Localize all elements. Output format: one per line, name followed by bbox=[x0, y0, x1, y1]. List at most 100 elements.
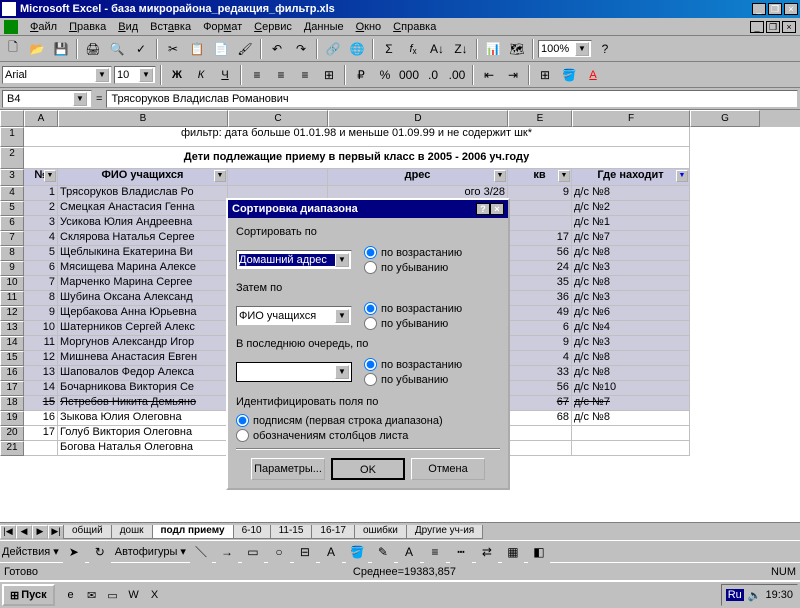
row-header[interactable]: 3 bbox=[0, 169, 24, 186]
size-combo[interactable]: 10▼ bbox=[114, 66, 156, 84]
tab-last[interactable]: ▶| bbox=[48, 525, 64, 539]
redo-button[interactable]: ↷ bbox=[290, 38, 312, 60]
print-button[interactable]: 🖨 bbox=[82, 38, 104, 60]
zoom-combo[interactable]: 100%▼ bbox=[538, 40, 592, 58]
cell-kv[interactable]: 6 bbox=[508, 321, 572, 336]
row-header[interactable]: 17 bbox=[0, 381, 24, 396]
row-header[interactable]: 15 bbox=[0, 351, 24, 366]
ql-desktop-icon[interactable]: ▭ bbox=[103, 585, 123, 605]
cell-fio[interactable]: Мишнева Анастасия Евген bbox=[58, 351, 228, 366]
doc-restore-button[interactable]: ❐ bbox=[766, 21, 780, 33]
cell-kv[interactable]: 24 bbox=[508, 261, 572, 276]
ql-oe-icon[interactable]: ✉ bbox=[82, 585, 102, 605]
cancel-button[interactable]: Отмена bbox=[411, 458, 485, 480]
cell-loc[interactable]: д/с №8 bbox=[572, 366, 690, 381]
copy-button[interactable]: 📋 bbox=[186, 38, 208, 60]
then-by-combo[interactable]: ФИО учащихся▼ bbox=[236, 306, 352, 326]
cell-kv[interactable] bbox=[508, 426, 572, 441]
cell-loc[interactable]: д/с №1 bbox=[572, 216, 690, 231]
cell-loc[interactable]: д/с №6 bbox=[572, 306, 690, 321]
row-header[interactable]: 2 bbox=[0, 147, 24, 169]
row-header[interactable]: 20 bbox=[0, 426, 24, 441]
row-header[interactable]: 8 bbox=[0, 246, 24, 261]
col-b[interactable]: B bbox=[58, 110, 228, 127]
tab-next[interactable]: ▶ bbox=[32, 525, 48, 539]
dialog-help-button[interactable]: ? bbox=[476, 203, 490, 215]
rotate-button[interactable]: ↻ bbox=[89, 541, 111, 563]
cell-num[interactable]: 2 bbox=[24, 201, 58, 216]
cell-kv[interactable]: 67 bbox=[508, 396, 572, 411]
row-header[interactable]: 18 bbox=[0, 396, 24, 411]
sort3-desc-radio[interactable] bbox=[364, 373, 377, 386]
cell-loc[interactable]: д/с №8 bbox=[572, 411, 690, 426]
sheet-tab-11-15[interactable]: 11-15 bbox=[270, 525, 313, 539]
line-style-button[interactable]: ≡ bbox=[424, 541, 446, 563]
cell-loc[interactable]: д/с №3 bbox=[572, 291, 690, 306]
currency-button[interactable]: ₽ bbox=[350, 64, 372, 86]
sort3-asc-radio[interactable] bbox=[364, 358, 377, 371]
link-button[interactable]: 🔗 bbox=[322, 38, 344, 60]
tray-lang[interactable]: Ru bbox=[726, 589, 744, 601]
cell-loc[interactable]: д/с №8 bbox=[572, 186, 690, 201]
row-header[interactable]: 13 bbox=[0, 321, 24, 336]
col-d[interactable]: D bbox=[328, 110, 508, 127]
cell-num[interactable] bbox=[24, 441, 58, 456]
col-a[interactable]: A bbox=[24, 110, 58, 127]
cell-kv[interactable]: 56 bbox=[508, 381, 572, 396]
dec-dec-button[interactable]: .00 bbox=[446, 64, 468, 86]
cell-loc[interactable] bbox=[572, 426, 690, 441]
sort2-desc-radio[interactable] bbox=[364, 317, 377, 330]
tab-first[interactable]: |◀ bbox=[0, 525, 16, 539]
identify-labels-radio[interactable] bbox=[236, 414, 249, 427]
row-header[interactable]: 7 bbox=[0, 231, 24, 246]
name-box[interactable]: B4▼ bbox=[2, 90, 92, 108]
inc-indent-button[interactable]: ⇥ bbox=[502, 64, 524, 86]
shadow-button[interactable]: ▦ bbox=[502, 541, 524, 563]
ql-ie-icon[interactable]: e bbox=[61, 585, 81, 605]
doc-close-button[interactable]: × bbox=[782, 21, 796, 33]
bold-button[interactable]: Ж bbox=[166, 64, 188, 86]
cell-kv[interactable] bbox=[508, 441, 572, 456]
cell-loc[interactable]: д/с №8 bbox=[572, 276, 690, 291]
fill-color-button[interactable]: 🪣 bbox=[558, 64, 580, 86]
cell-kv[interactable]: 35 bbox=[508, 276, 572, 291]
arrow-button[interactable]: → bbox=[216, 541, 238, 563]
sort-by-combo[interactable]: Домашний адрес▼ bbox=[236, 250, 352, 270]
cut-button[interactable]: ✂ bbox=[162, 38, 184, 60]
col-c[interactable]: C bbox=[228, 110, 328, 127]
cell-kv[interactable]: 56 bbox=[508, 246, 572, 261]
cell-fio[interactable]: Зыкова Юлия Олеговна bbox=[58, 411, 228, 426]
cell-loc[interactable]: д/с №8 bbox=[572, 351, 690, 366]
undo-button[interactable]: ↶ bbox=[266, 38, 288, 60]
save-button[interactable]: 💾 bbox=[50, 38, 72, 60]
select-all-corner[interactable] bbox=[0, 110, 24, 127]
cell-fio[interactable]: Усикова Юлия Андреевна bbox=[58, 216, 228, 231]
cell-kv[interactable]: 9 bbox=[508, 336, 572, 351]
hdr-num[interactable]: №▼ bbox=[24, 169, 58, 186]
inc-dec-button[interactable]: .0 bbox=[422, 64, 444, 86]
align-left-button[interactable]: ≡ bbox=[246, 64, 268, 86]
cell-num[interactable]: 17 bbox=[24, 426, 58, 441]
cell-num[interactable]: 7 bbox=[24, 276, 58, 291]
cell-fio[interactable]: Моргунов Александр Игор bbox=[58, 336, 228, 351]
hdr-kv[interactable]: кв▼ bbox=[508, 169, 572, 186]
rect-button[interactable]: ▭ bbox=[242, 541, 264, 563]
cell-loc[interactable]: д/с №10 bbox=[572, 381, 690, 396]
borders-button[interactable]: ⊞ bbox=[534, 64, 556, 86]
doc-minimize-button[interactable]: _ bbox=[750, 21, 764, 33]
cell-loc[interactable]: д/с №3 bbox=[572, 261, 690, 276]
restore-button[interactable]: ❐ bbox=[768, 3, 782, 15]
cell-loc[interactable]: д/с №3 bbox=[572, 336, 690, 351]
cell-fio[interactable]: Ястребов Никита Демьяно bbox=[58, 396, 228, 411]
ok-button[interactable]: OK bbox=[331, 458, 405, 480]
start-button[interactable]: ⊞ Пуск bbox=[2, 584, 55, 606]
percent-button[interactable]: % bbox=[374, 64, 396, 86]
sheet-tab-6-10[interactable]: 6-10 bbox=[233, 525, 271, 539]
row-header[interactable]: 10 bbox=[0, 276, 24, 291]
oval-button[interactable]: ○ bbox=[268, 541, 290, 563]
menu-help[interactable]: Справка bbox=[393, 21, 436, 33]
menu-view[interactable]: Вид bbox=[118, 21, 138, 33]
cell-fio[interactable]: Мясищева Марина Алексе bbox=[58, 261, 228, 276]
ql-word-icon[interactable]: W bbox=[124, 585, 144, 605]
spell-button[interactable]: ✓ bbox=[130, 38, 152, 60]
